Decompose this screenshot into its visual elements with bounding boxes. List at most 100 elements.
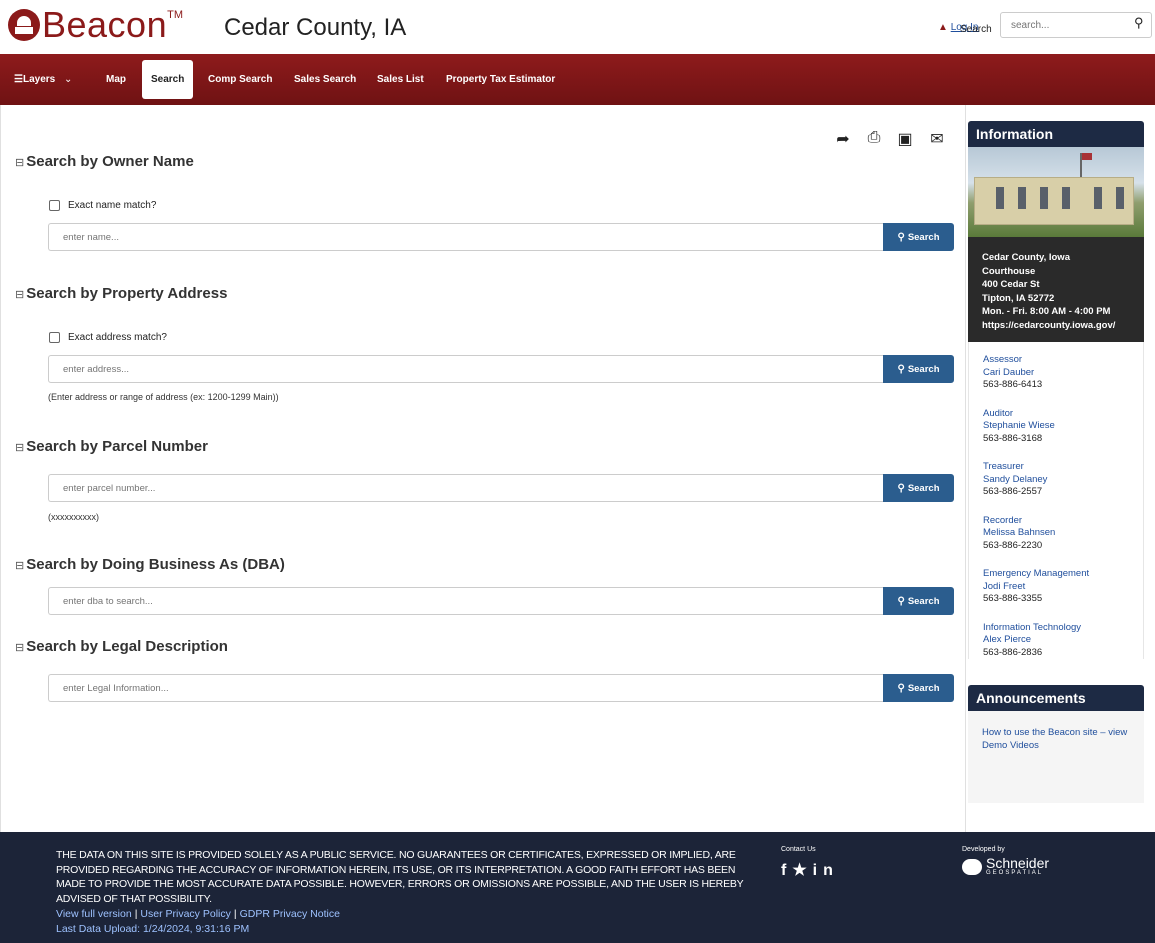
section-dba-label: Search by Doing Business As (DBA)	[26, 556, 285, 573]
contact-recorder: Recorder Melissa Bahnsen 563-886-2230	[983, 515, 1129, 553]
search-icon: ⚲	[897, 482, 905, 494]
view-full-version-link[interactable]: View full version	[56, 908, 132, 920]
nav-sales-list[interactable]: Sales List	[377, 54, 424, 105]
contact-phone: 563-886-2230	[983, 539, 1043, 551]
parcel-number-input[interactable]	[48, 474, 883, 502]
office-street: 400 Cedar St	[982, 279, 1040, 290]
window	[996, 187, 1004, 209]
section-dba-title[interactable]: ⊟ Search by Doing Business As (DBA)	[15, 556, 285, 573]
logo-text: Beacon	[42, 4, 168, 45]
contact-us-label: Contact Us	[781, 846, 816, 853]
contact-name-link[interactable]: Sandy Delaney	[983, 474, 1129, 487]
exact-address-checkbox[interactable]	[49, 332, 60, 343]
section-parcel-title[interactable]: ⊟ Search by Parcel Number	[15, 438, 208, 455]
contact-name-link[interactable]: Stephanie Wiese	[983, 420, 1129, 433]
announcements-body: How to use the Beacon site – view Demo V…	[968, 711, 1144, 803]
county-website-link[interactable]: https://cedarcounty.iowa.gov/	[982, 320, 1115, 331]
capitol-dome-icon	[8, 9, 40, 41]
exact-name-label: Exact name match?	[68, 200, 157, 211]
contact-name-link[interactable]: Melissa Bahnsen	[983, 527, 1129, 540]
print-icon[interactable]: ⎙	[865, 129, 883, 147]
page-footer: THE DATA ON THIS SITE IS PROVIDED SOLELY…	[0, 832, 1155, 943]
contact-phone: 563-886-6413	[983, 379, 1043, 390]
flag	[1082, 153, 1092, 160]
search-label: Search	[960, 24, 992, 35]
contact-phone: 563-886-2557	[983, 486, 1043, 497]
nav-layers-label: Layers	[22, 74, 56, 85]
nav-map[interactable]: Map	[106, 54, 126, 105]
exact-address-label: Exact address match?	[68, 332, 167, 343]
exact-address-checkbox-row[interactable]: Exact address match?	[49, 332, 167, 343]
legal-description-input[interactable]	[48, 674, 883, 702]
share-icon[interactable]: ➦	[834, 129, 852, 149]
office-info: Cedar County, Iowa Courthouse 400 Cedar …	[968, 237, 1144, 342]
dba-input[interactable]	[48, 587, 883, 615]
top-header: Beacon TM Cedar County, IA ▲ Log In Sear…	[0, 0, 1155, 54]
section-legal-title[interactable]: ⊟ Search by Legal Description	[15, 638, 228, 655]
collapse-icon: ⊟	[15, 560, 25, 572]
nav-sales-search[interactable]: Sales Search	[294, 54, 356, 105]
beacon-logo[interactable]: Beacon TM	[8, 7, 183, 43]
office-city: Tipton, IA 52772	[982, 292, 1055, 304]
search-icon[interactable]: ⚲	[1134, 15, 1144, 31]
information-heading: Information	[968, 121, 1144, 147]
section-owner-title[interactable]: ⊟ Search by Owner Name	[15, 153, 194, 170]
exact-name-checkbox-row[interactable]: Exact name match?	[49, 200, 156, 211]
address-input[interactable]	[48, 355, 883, 383]
user-icon: ▲	[938, 22, 948, 33]
email-icon[interactable]: ✉	[928, 129, 946, 149]
schneider-logo[interactable]: Schneider GEOSPATIAL	[962, 856, 1049, 876]
contact-assessor: Assessor Cari Dauber 563-886-6413	[983, 354, 1129, 392]
facebook-icon[interactable]: f	[781, 862, 792, 879]
parcel-search-button[interactable]: ⚲ Search	[883, 474, 954, 502]
twitter-icon[interactable]: ★	[792, 862, 812, 879]
contact-phone: 563-886-3168	[983, 432, 1043, 444]
owner-search-button[interactable]: ⚲ Search	[883, 223, 954, 251]
schneider-mark-icon	[962, 858, 982, 875]
courthouse-photo	[968, 147, 1144, 237]
nav-comp-search[interactable]: Comp Search	[208, 54, 272, 105]
address-hint: (Enter address or range of address (ex: …	[48, 392, 279, 402]
exact-name-checkbox[interactable]	[49, 200, 60, 211]
developed-by-label: Developed by	[962, 846, 1005, 853]
contacts-list: Assessor Cari Dauber 563-886-6413 Audito…	[969, 342, 1143, 659]
nav-search[interactable]: Search	[142, 60, 194, 99]
contact-role-link[interactable]: Emergency Management	[983, 568, 1129, 581]
search-icon: ⚲	[897, 363, 905, 375]
contact-role-link[interactable]: Assessor	[983, 354, 1129, 367]
nav-property-tax-estimator[interactable]: Property Tax Estimator	[446, 54, 555, 105]
user-privacy-policy-link[interactable]: User Privacy Policy	[140, 908, 230, 920]
window	[1062, 187, 1070, 209]
section-address-label: Search by Property Address	[26, 285, 228, 302]
search-icon: ⚲	[897, 231, 905, 243]
office-building: Courthouse	[982, 265, 1036, 277]
link-separator: |	[233, 908, 237, 920]
collapse-icon: ⊟	[15, 289, 25, 301]
section-address-title[interactable]: ⊟ Search by Property Address	[15, 285, 227, 302]
main-nav: ☰Layers ⌄ Map Search Comp Search Sales S…	[0, 54, 1155, 105]
disclaimer-text: THE DATA ON THIS SITE IS PROVIDED SOLELY…	[56, 849, 744, 905]
gdpr-privacy-notice-link[interactable]: GDPR Privacy Notice	[240, 908, 340, 920]
contact-role-link[interactable]: Auditor	[983, 408, 1129, 421]
legal-search-button[interactable]: ⚲ Search	[883, 674, 954, 702]
contact-role-link[interactable]: Recorder	[983, 515, 1129, 528]
image-icon[interactable]: ▣	[896, 129, 914, 149]
dba-search-button[interactable]: ⚲ Search	[883, 587, 954, 615]
owner-name-input[interactable]	[48, 223, 883, 251]
chevron-down-icon: ⌄	[64, 74, 73, 85]
contact-role-link[interactable]: Treasurer	[983, 461, 1129, 474]
contact-name-link[interactable]: Alex Pierce	[983, 634, 1129, 647]
nav-layers[interactable]: ☰Layers ⌄	[14, 54, 72, 105]
search-icon: ⚲	[897, 682, 905, 694]
contact-treasurer: Treasurer Sandy Delaney 563-886-2557	[983, 461, 1129, 499]
legal-search-label: Search	[907, 682, 940, 694]
contact-name-link[interactable]: Jodi Freet	[983, 581, 1129, 594]
address-search-button[interactable]: ⚲ Search	[883, 355, 954, 383]
linkedin-icon[interactable]: in	[813, 862, 839, 879]
global-search-input[interactable]	[1000, 12, 1152, 38]
contact-role-link[interactable]: Information Technology	[983, 622, 1129, 635]
demo-videos-link[interactable]: How to use the Beacon site – view Demo V…	[982, 727, 1127, 751]
contact-name-link[interactable]: Cari Dauber	[983, 367, 1129, 380]
search-content: ➦ ⎙ ▣ ✉ ⊟ Search by Owner Name Exact name…	[0, 105, 966, 832]
parcel-hint: (xxxxxxxxxx)	[48, 512, 99, 522]
